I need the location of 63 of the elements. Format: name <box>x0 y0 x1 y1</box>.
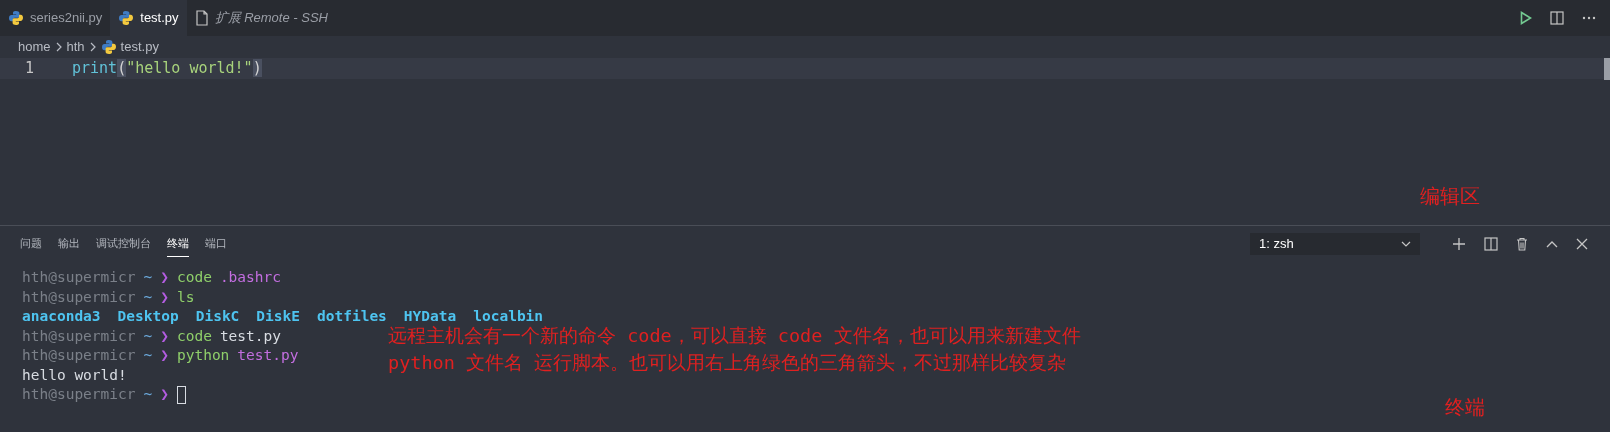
terminal-text: HYData <box>403 307 457 326</box>
terminal-text: ~ <box>143 268 153 287</box>
terminal-text: localbin <box>473 307 544 326</box>
terminal-text: ❯ <box>160 287 169 307</box>
terminal-text: ❯ <box>160 385 169 404</box>
close-icon[interactable] <box>1576 238 1588 250</box>
terminal-text: hello world! <box>22 365 127 385</box>
chevron-down-icon <box>1401 241 1411 247</box>
panel-tab[interactable]: 问题 <box>20 231 42 257</box>
terminal-text: Desktop <box>117 307 179 326</box>
scrollbar-thumb[interactable] <box>1604 58 1610 80</box>
terminal-text: hth@supermicr <box>22 268 136 287</box>
chevron-up-icon[interactable] <box>1546 240 1558 248</box>
terminal-text: ls <box>176 287 195 307</box>
terminal-text: test.py <box>237 346 299 365</box>
terminal-select[interactable]: 1: zsh <box>1250 233 1420 255</box>
annotation-note: python 文件名 运行脚本。也可以用右上角绿色的三角箭头，不过那样比较复杂 <box>388 351 1068 374</box>
terminal-text: hth@supermicr <box>22 287 136 307</box>
plus-icon[interactable] <box>1452 237 1466 251</box>
terminal-text: hth@supermicr <box>22 326 136 346</box>
terminal-text: ❯ <box>160 268 169 287</box>
panel-tab[interactable]: 终端 <box>167 231 189 257</box>
terminal-text: code <box>176 326 212 346</box>
panel-tab[interactable]: 端口 <box>205 231 227 257</box>
terminal-text: ~ <box>143 346 153 365</box>
terminal-cursor <box>176 385 186 404</box>
terminal-text: DiskE <box>256 307 300 326</box>
split-editor-icon[interactable] <box>1550 11 1564 25</box>
terminal-text: code <box>176 268 212 287</box>
breadcrumb-item[interactable]: test.py <box>120 37 159 57</box>
run-icon[interactable] <box>1520 11 1532 25</box>
terminal-text: .bashrc <box>219 268 281 287</box>
panel-tab[interactable]: 输出 <box>58 231 80 257</box>
split-terminal-icon[interactable] <box>1484 237 1498 251</box>
python-icon <box>118 10 135 26</box>
terminal-text: ~ <box>143 385 153 404</box>
terminal-text: ❯ <box>160 346 169 365</box>
annotation-note: 远程主机会有一个新的命令 code，可以直接 code 文件名，也可以用来新建文件 <box>388 324 1081 347</box>
python-icon <box>100 39 117 55</box>
terminal-text: ~ <box>143 287 153 307</box>
python-icon <box>8 10 24 26</box>
chevron-icon <box>88 42 97 52</box>
editor-tab[interactable]: test.py <box>110 0 187 36</box>
breadcrumb-item[interactable]: home <box>18 37 51 57</box>
terminal-text: hth@supermicr <box>22 346 136 365</box>
panel-tab[interactable]: 调试控制台 <box>96 231 151 257</box>
annotation-label: 编辑区 <box>1420 184 1480 209</box>
annotation-label: 终端 <box>1445 395 1485 420</box>
terminal-text: python <box>176 346 230 365</box>
terminal-text: anaconda3 <box>22 307 101 326</box>
terminal-text: dotfiles <box>317 307 387 326</box>
line-number: 1 <box>23 58 35 80</box>
terminal-text: test.py <box>219 326 281 346</box>
terminal-text: DiskC <box>195 307 240 326</box>
trash-icon[interactable] <box>1516 237 1528 251</box>
file-icon <box>194 10 209 26</box>
breadcrumb-item[interactable]: hth <box>66 37 85 57</box>
terminal-text: hth@supermicr <box>22 385 136 404</box>
chevron-icon <box>54 42 63 52</box>
terminal-text: ~ <box>143 326 153 346</box>
more-icon[interactable] <box>1582 16 1596 20</box>
code-line: print("hello world!") <box>71 58 262 80</box>
terminal-text: ❯ <box>160 326 169 346</box>
